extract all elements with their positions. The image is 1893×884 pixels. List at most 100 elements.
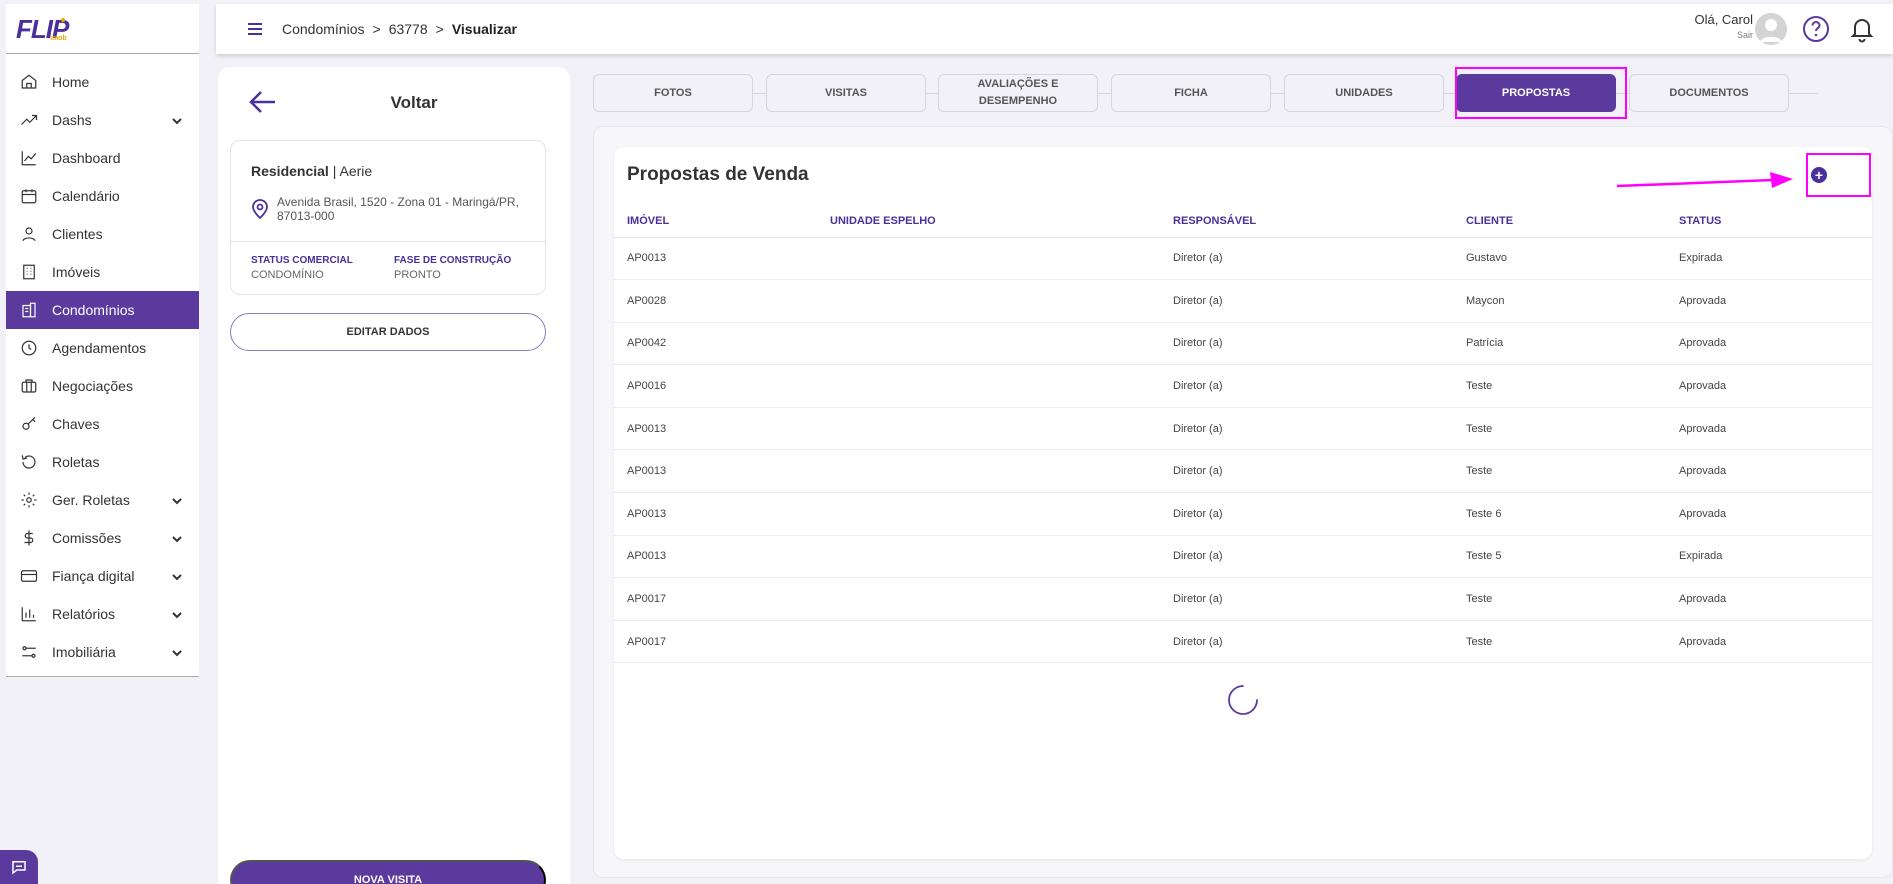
- chat-button[interactable]: [0, 850, 38, 884]
- sidebar: FLIP imob Home Dashs Dashboard Calendário Cl…: [6, 4, 199, 677]
- chart-line-icon: [20, 149, 38, 167]
- table-cell: AP0017: [614, 620, 817, 664]
- table-cell: [817, 535, 1160, 579]
- trend-icon: [20, 111, 38, 129]
- table-cell: Teste: [1453, 449, 1666, 494]
- edit-data-button[interactable]: EDITAR DADOS: [230, 313, 546, 351]
- table-cell: Teste: [1453, 407, 1666, 451]
- table-cell: Gustavo: [1453, 237, 1666, 281]
- chevron-down-icon[interactable]: [171, 114, 183, 126]
- table-cell: Aprovada: [1666, 279, 1872, 323]
- sidebar-item-home[interactable]: Home: [6, 63, 199, 101]
- tab-unidades[interactable]: UNIDADES: [1284, 74, 1444, 112]
- logout-link[interactable]: Sair: [1694, 30, 1753, 40]
- building-icon: [20, 263, 38, 281]
- breadcrumb-id[interactable]: 63778: [389, 21, 428, 37]
- sidebar-item-label: Dashs: [52, 112, 92, 128]
- user-icon: [20, 225, 38, 243]
- table-cell: Aprovada: [1666, 492, 1872, 536]
- chevron-down-icon[interactable]: [171, 608, 183, 620]
- breadcrumb-condominios[interactable]: Condomínios: [282, 21, 365, 37]
- table-cell: [817, 237, 1160, 281]
- chevron-down-icon[interactable]: [171, 646, 183, 658]
- new-visit-button[interactable]: NOVA VISITA: [230, 860, 546, 884]
- column-header[interactable]: UNIDADE ESPELHO: [817, 205, 1160, 238]
- sidebar-item-roletas[interactable]: Roletas: [6, 443, 199, 481]
- logo[interactable]: FLIP imob: [6, 4, 199, 54]
- loading-spinner-icon: [1228, 685, 1258, 715]
- sidebar-item-imoveis[interactable]: Imóveis: [6, 253, 199, 291]
- table-row[interactable]: AP0013 Diretor (a) Gustavo Expirada: [614, 237, 1872, 281]
- table-body: AP0013 Diretor (a) Gustavo Expirada AP0028 Di…: [614, 237, 1872, 664]
- column-header[interactable]: CLIENTE: [1453, 205, 1666, 238]
- chevron-down-icon[interactable]: [171, 494, 183, 506]
- proposals-title: Propostas de Venda: [627, 164, 809, 185]
- sidebar-item-imobiliaria[interactable]: Imobiliária: [6, 633, 199, 671]
- sidebar-item-calendario[interactable]: Calendário: [6, 177, 199, 215]
- table-cell: [817, 577, 1160, 621]
- sidebar-item-relatorios[interactable]: Relatórios: [6, 595, 199, 633]
- sidebar-item-agendamentos[interactable]: Agendamentos: [6, 329, 199, 367]
- table-cell: Diretor (a): [1160, 577, 1453, 621]
- sidebar-item-ger-roletas[interactable]: Ger. Roletas: [6, 481, 199, 519]
- bell-icon: [1850, 19, 1874, 43]
- table-cell: Maycon: [1453, 279, 1666, 323]
- chevron-down-icon[interactable]: [171, 532, 183, 544]
- sidebar-item-label: Roletas: [52, 454, 100, 470]
- table-row[interactable]: AP0013 Diretor (a) Teste Aprovada: [614, 407, 1872, 451]
- table-cell: [817, 322, 1160, 366]
- sidebar-item-dashs[interactable]: Dashs: [6, 101, 199, 139]
- tab-fotos[interactable]: FOTOS: [593, 74, 753, 112]
- user-info: Olá, Carol Sair: [1694, 12, 1753, 40]
- sidebar-item-condominios[interactable]: Condomínios: [6, 291, 199, 329]
- menu-button[interactable]: [246, 20, 264, 38]
- table-cell: [817, 407, 1160, 451]
- property-type: Residencial | Aerie: [251, 163, 373, 179]
- property-name: Aerie: [339, 163, 373, 179]
- sidebar-nav: Home Dashs Dashboard Calendário Clientes Imóv…: [6, 54, 199, 671]
- column-header[interactable]: RESPONSÁVEL: [1160, 205, 1453, 238]
- table-row[interactable]: AP0017 Diretor (a) Teste Aprovada: [614, 577, 1872, 621]
- tab-documentos[interactable]: DOCUMENTOS: [1629, 74, 1789, 112]
- sidebar-item-dashboard[interactable]: Dashboard: [6, 139, 199, 177]
- sidebar-item-fianca-digital[interactable]: Fiança digital: [6, 557, 199, 595]
- sidebar-item-negociacoes[interactable]: Negociações: [6, 367, 199, 405]
- table-row[interactable]: AP0013 Diretor (a) Teste 6 Aprovada: [614, 492, 1872, 536]
- table-row[interactable]: AP0013 Diretor (a) Teste 5 Expirada: [614, 535, 1872, 579]
- table-row[interactable]: AP0028 Diretor (a) Maycon Aprovada: [614, 279, 1872, 323]
- table-row[interactable]: AP0017 Diretor (a) Teste Aprovada: [614, 620, 1872, 664]
- table-cell: AP0013: [614, 407, 817, 451]
- tab-visitas[interactable]: VISITAS: [766, 74, 926, 112]
- table-cell: AP0042: [614, 322, 817, 366]
- add-highlight-box: [1806, 153, 1871, 197]
- property-panel: Voltar Residencial | Aerie Avenida Brasi…: [218, 67, 570, 884]
- table-cell: Aprovada: [1666, 407, 1872, 451]
- tab-ficha[interactable]: FICHA: [1111, 74, 1271, 112]
- top-header: Condomínios > 63778 > Visualizar Olá, Ca…: [216, 4, 1893, 54]
- table-row[interactable]: AP0013 Diretor (a) Teste Aprovada: [614, 449, 1872, 494]
- sidebar-item-clientes[interactable]: Clientes: [6, 215, 199, 253]
- table-row[interactable]: AP0042 Diretor (a) Patrícia Aprovada: [614, 322, 1872, 366]
- tab-bar: FOTOS VISITAS AVALIAÇÕES E DESEMPENHO FICHA…: [593, 74, 1818, 114]
- chat-icon: [12, 861, 26, 875]
- breadcrumb-separator: >: [372, 21, 381, 37]
- main-panel: Propostas de Venda + IMÓVEL UNIDADE ESPEL…: [593, 126, 1893, 878]
- sidebar-item-label: Relatórios: [52, 606, 116, 622]
- table-cell: Teste 6: [1453, 492, 1666, 536]
- table-row[interactable]: AP0016 Diretor (a) Teste Aprovada: [614, 364, 1872, 408]
- column-header[interactable]: STATUS: [1666, 205, 1872, 238]
- table-cell: Teste: [1453, 364, 1666, 408]
- property-card: Residencial | Aerie Avenida Brasil, 1520…: [230, 140, 546, 295]
- sidebar-item-comissoes[interactable]: Comissões: [6, 519, 199, 557]
- annotation-arrow-icon: [1616, 172, 1793, 188]
- avatar[interactable]: [1755, 13, 1787, 45]
- table-cell: [817, 492, 1160, 536]
- notifications-button[interactable]: [1847, 14, 1877, 44]
- tab-avaliacoes-e-desempenho[interactable]: AVALIAÇÕES E DESEMPENHO: [938, 74, 1098, 112]
- logo-dot: [61, 18, 65, 22]
- sidebar-item-chaves[interactable]: Chaves: [6, 405, 199, 443]
- chevron-down-icon[interactable]: [171, 570, 183, 582]
- column-header[interactable]: IMÓVEL: [614, 205, 817, 238]
- sidebar-item-label: Imobiliária: [52, 644, 116, 660]
- help-button[interactable]: [1801, 14, 1831, 44]
